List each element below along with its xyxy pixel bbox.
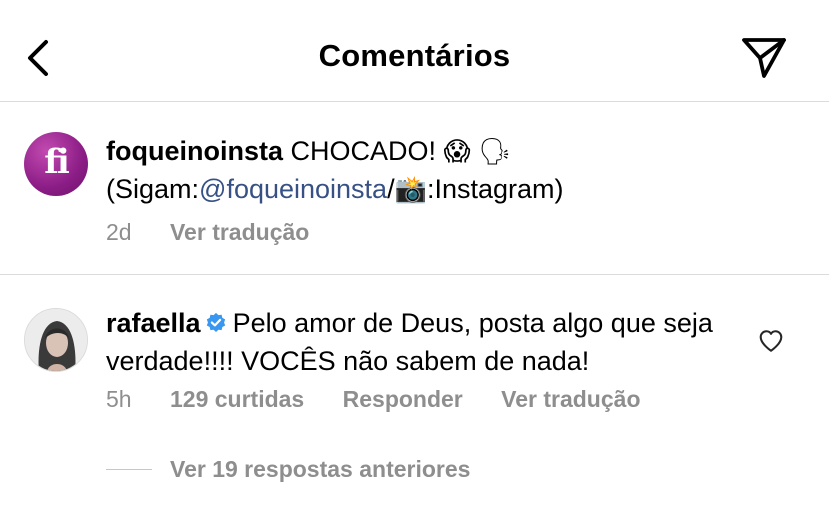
paper-plane-icon <box>742 38 786 78</box>
comment-timestamp: 5h <box>106 386 132 412</box>
view-replies-button[interactable]: Ver 19 respostas anteriores <box>106 456 470 483</box>
avatar[interactable] <box>24 308 88 372</box>
user-photo-icon <box>25 309 87 371</box>
scream-emoji: 😱 <box>443 136 471 166</box>
comment-text-block: rafaella Pelo amor de Deus, posta algo q… <box>106 304 726 380</box>
speaking-head-emoji: 🗣 <box>478 136 512 166</box>
comment-translate-link[interactable]: Ver tradução <box>501 386 640 412</box>
caption-line2-prefix: (Sigam: <box>106 174 200 204</box>
avatar[interactable]: fi <box>24 132 88 196</box>
caption-main-text: CHOCADO! <box>290 136 437 166</box>
caption-meta: 2d Ver tradução <box>106 219 341 246</box>
heart-outline-icon <box>759 330 783 352</box>
avatar-logo-text: fi <box>44 142 70 182</box>
top-bar: Comentários <box>0 0 829 102</box>
camera-flash-emoji: 📸 <box>394 174 427 204</box>
caption-text: foqueinoinsta CHOCADO! 😱 🗣 (Sigam:@foque… <box>106 132 726 208</box>
caption-slash: / <box>387 174 395 204</box>
caption-username[interactable]: foqueinoinsta <box>106 136 283 166</box>
post-caption: fi foqueinoinsta CHOCADO! 😱 🗣 (Sigam:@fo… <box>0 102 829 275</box>
caption-timestamp: 2d <box>106 219 132 245</box>
share-button[interactable] <box>738 34 790 82</box>
comment-item: rafaella Pelo amor de Deus, posta algo q… <box>0 276 829 514</box>
caption-mention-link[interactable]: @foqueinoinsta <box>199 174 387 204</box>
caption-line2-suffix: :Instagram) <box>426 174 564 204</box>
comment-username[interactable]: rafaella <box>106 308 201 338</box>
view-replies-label: Ver 19 respostas anteriores <box>170 456 471 482</box>
replies-divider-line <box>106 469 152 470</box>
comment-likes-count[interactable]: 129 curtidas <box>170 386 304 412</box>
verified-badge-icon <box>206 312 225 332</box>
like-button[interactable] <box>758 328 784 354</box>
page-title: Comentários <box>318 38 511 73</box>
caption-translate-link[interactable]: Ver tradução <box>170 219 309 245</box>
comment-meta: 5h 129 curtidas Responder Ver tradução <box>106 386 673 413</box>
reply-button[interactable]: Responder <box>343 386 463 412</box>
